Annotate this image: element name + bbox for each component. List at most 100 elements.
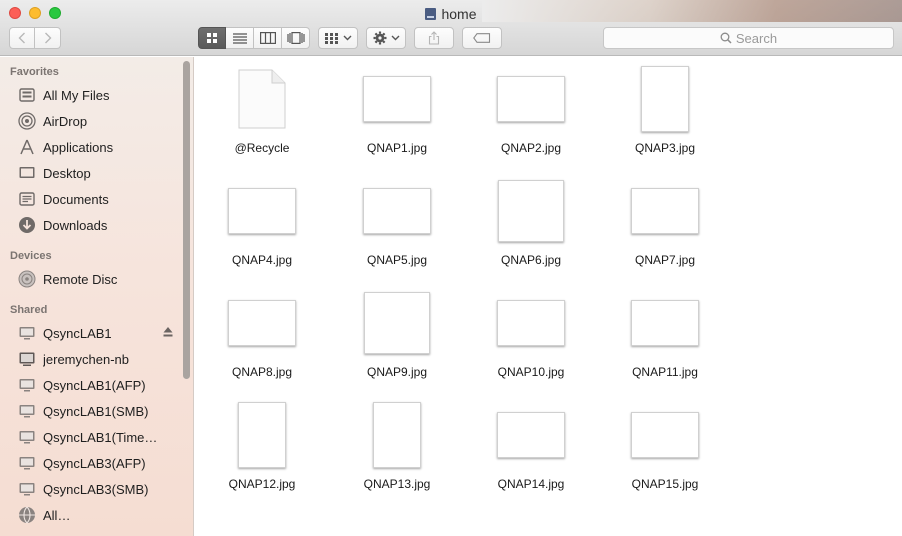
forward-button[interactable] <box>35 27 61 49</box>
gear-icon <box>373 31 386 45</box>
search-field[interactable]: Search <box>603 27 894 49</box>
file-thumbnail-area <box>195 287 329 359</box>
image-thumbnail <box>641 66 689 132</box>
icon-view-icon <box>207 33 217 43</box>
file-name: QNAP6.jpg <box>500 253 562 267</box>
window-title-text: home <box>441 6 477 22</box>
chevron-down-icon <box>343 35 351 41</box>
file-name: QNAP9.jpg <box>366 365 428 379</box>
photo-preview <box>232 304 292 342</box>
file-thumbnail-area <box>330 399 464 471</box>
file-item[interactable]: QNAP11.jpg <box>598 287 732 387</box>
network-icon <box>17 505 37 525</box>
tags-button[interactable] <box>462 27 502 49</box>
file-thumbnail-area <box>464 175 598 247</box>
file-item[interactable]: QNAP6.jpg <box>464 175 598 275</box>
icon-view-button[interactable] <box>198 27 226 49</box>
chevron-left-icon <box>18 32 25 44</box>
file-thumbnail-area <box>598 287 732 359</box>
sidebar-item-desktop[interactable]: Desktop <box>17 161 177 185</box>
file-item[interactable]: QNAP9.jpg <box>330 287 464 387</box>
cover-flow-view-button[interactable] <box>282 27 310 49</box>
sidebar-item-qsynclab1-time[interactable]: QsyncLAB1(Time… <box>17 425 177 449</box>
share-button[interactable] <box>414 27 454 49</box>
photo-preview <box>501 80 561 118</box>
file-thumbnail-area <box>330 175 464 247</box>
file-name: QNAP13.jpg <box>363 477 431 491</box>
file-item[interactable]: QNAP8.jpg <box>195 287 329 387</box>
file-item[interactable]: QNAP15.jpg <box>598 399 732 499</box>
photo-preview <box>368 296 426 350</box>
file-thumbnail-area <box>330 63 464 135</box>
sidebar-scrollbar[interactable] <box>183 61 190 379</box>
file-thumbnail-area <box>598 175 732 247</box>
photo-preview <box>635 416 695 454</box>
file-item[interactable]: @Recycle <box>195 63 329 163</box>
server-icon <box>17 427 37 447</box>
sidebar-item-applications[interactable]: Applications <box>17 135 177 159</box>
sidebar-item-all-my-files[interactable]: All My Files <box>17 83 177 107</box>
list-view-button[interactable] <box>226 27 254 49</box>
action-menu-button[interactable] <box>366 27 406 49</box>
image-thumbnail <box>497 76 565 122</box>
file-name: QNAP7.jpg <box>634 253 696 267</box>
file-thumbnail-area <box>195 63 329 135</box>
file-thumbnail-area <box>330 287 464 359</box>
file-thumbnail-area <box>195 399 329 471</box>
eject-icon[interactable] <box>163 326 173 338</box>
view-mode-selector <box>198 27 310 49</box>
share-icon <box>428 31 440 45</box>
file-name: @Recycle <box>234 141 290 155</box>
file-item[interactable]: QNAP12.jpg <box>195 399 329 499</box>
image-thumbnail <box>228 300 296 346</box>
sidebar-item-qsynclab1[interactable]: QsyncLAB1 <box>17 321 177 345</box>
file-item[interactable]: QNAP4.jpg <box>195 175 329 275</box>
file-name: QNAP12.jpg <box>228 477 296 491</box>
server-icon <box>17 453 37 473</box>
home-folder-icon <box>425 8 437 20</box>
file-item[interactable]: QNAP10.jpg <box>464 287 598 387</box>
tag-icon <box>473 33 491 43</box>
file-item[interactable]: QNAP5.jpg <box>330 175 464 275</box>
sidebar-item-downloads[interactable]: Downloads <box>17 213 177 237</box>
sidebar-item-qsynclab1-afp[interactable]: QsyncLAB1(AFP) <box>17 373 177 397</box>
sidebar-item-qsynclab1-smb[interactable]: QsyncLAB1(SMB) <box>17 399 177 423</box>
desktop-icon <box>17 163 37 183</box>
photo-preview <box>367 80 427 118</box>
file-item[interactable]: QNAP1.jpg <box>330 63 464 163</box>
image-thumbnail <box>238 402 286 468</box>
arrange-button[interactable] <box>318 27 358 49</box>
server-icon <box>17 401 37 421</box>
file-item[interactable]: QNAP13.jpg <box>330 399 464 499</box>
file-item[interactable]: QNAP2.jpg <box>464 63 598 163</box>
photo-preview <box>367 192 427 230</box>
sidebar-item-qsynclab3-afp[interactable]: QsyncLAB3(AFP) <box>17 451 177 475</box>
image-thumbnail <box>363 76 431 122</box>
file-item[interactable]: QNAP14.jpg <box>464 399 598 499</box>
sidebar-item-all-shared[interactable]: All… <box>17 503 177 527</box>
photo-preview <box>635 304 695 342</box>
file-name: QNAP3.jpg <box>634 141 696 155</box>
file-grid: @Recycle QNAP1.jpg QNAP2.jpg QNAP3.jpg QNAP4… <box>195 57 902 536</box>
back-button[interactable] <box>9 27 35 49</box>
photo-preview <box>242 406 282 464</box>
sidebar-item-jeremychen-nb[interactable]: jeremychen-nb <box>17 347 177 371</box>
chevron-down-icon <box>391 35 399 41</box>
sidebar: Favorites All My Files AirDrop Applicati… <box>0 57 194 536</box>
sidebar-item-remote-disc[interactable]: Remote Disc <box>17 267 177 291</box>
sidebar-section-favorites: Favorites <box>10 66 59 78</box>
sidebar-item-airdrop[interactable]: AirDrop <box>17 109 177 133</box>
photo-preview <box>501 416 561 454</box>
column-view-icon <box>259 32 276 44</box>
sidebar-item-qsynclab3-smb[interactable]: QsyncLAB3(SMB) <box>17 477 177 501</box>
sidebar-item-documents[interactable]: Documents <box>17 187 177 211</box>
file-item[interactable]: QNAP7.jpg <box>598 175 732 275</box>
file-item[interactable]: QNAP3.jpg <box>598 63 732 163</box>
image-thumbnail <box>228 188 296 234</box>
file-thumbnail-area <box>598 399 732 471</box>
server-icon <box>17 323 37 343</box>
window-title: home <box>0 5 902 23</box>
column-view-button[interactable] <box>254 27 282 49</box>
image-thumbnail <box>498 180 564 242</box>
airdrop-icon <box>17 111 37 131</box>
